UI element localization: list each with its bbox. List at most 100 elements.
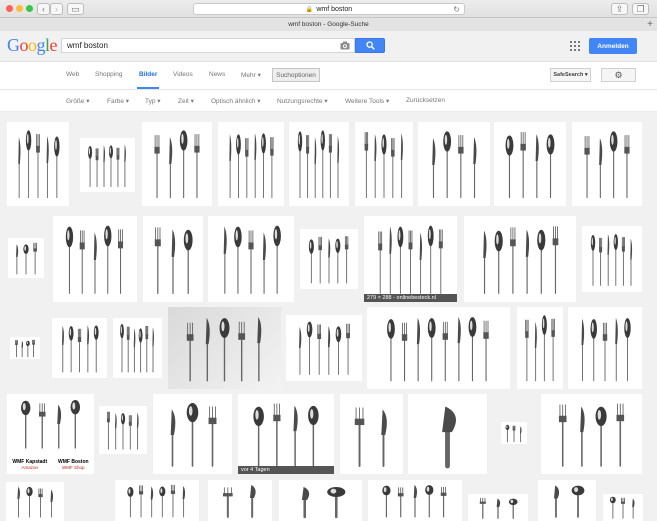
apps-grid-icon[interactable]	[570, 41, 580, 51]
cutlery-image	[299, 321, 350, 375]
cutlery-image	[609, 496, 635, 519]
image-result-thumbnail[interactable]	[501, 422, 527, 444]
image-result-thumbnail[interactable]	[538, 480, 596, 521]
search-button[interactable]	[355, 38, 385, 53]
search-input[interactable]: wmf boston	[61, 38, 355, 53]
sidebar-toggle-icon[interactable]: ▭	[67, 3, 84, 15]
cutlery-image	[88, 144, 126, 188]
cutlery-image	[553, 485, 585, 518]
image-result-thumbnail[interactable]	[168, 307, 281, 389]
active-tab-title[interactable]: wmf boston - Google-Suche	[288, 21, 369, 28]
image-result-thumbnail[interactable]	[286, 315, 362, 381]
image-result-thumbnail[interactable]	[142, 122, 212, 206]
image-hover-caption: 279 × 288 - onlinebesteck.nl	[364, 294, 457, 302]
image-result-thumbnail[interactable]	[582, 226, 642, 292]
tab-videos[interactable]: Videos	[173, 71, 193, 78]
search-icon	[365, 41, 375, 50]
image-result-thumbnail[interactable]	[80, 138, 135, 192]
cutlery-image	[581, 317, 631, 382]
tab-shopping[interactable]: Shopping	[95, 71, 122, 78]
image-result-thumbnail[interactable]	[143, 216, 203, 302]
image-result-thumbnail[interactable]	[368, 480, 462, 521]
tool-size[interactable]: Größe ▾	[66, 97, 90, 105]
tab-web[interactable]: Web	[66, 71, 79, 78]
lock-icon: 🔒	[305, 6, 314, 13]
image-result-thumbnail[interactable]	[7, 122, 69, 206]
reload-icon[interactable]: ↻	[453, 5, 460, 14]
signin-button[interactable]: Anmelden	[589, 38, 637, 54]
share-icon[interactable]: ⇪	[611, 3, 628, 15]
cutlery-image	[387, 316, 489, 382]
image-result-thumbnail[interactable]	[6, 482, 64, 521]
cutlery-image	[120, 324, 154, 373]
image-result-thumbnail[interactable]	[367, 307, 510, 389]
image-result-thumbnail[interactable]: 279 × 288 - onlinebesteck.nl	[364, 216, 457, 302]
image-result-thumbnail[interactable]	[494, 122, 566, 206]
image-result-thumbnail[interactable]	[418, 122, 490, 206]
image-result-thumbnail[interactable]	[568, 307, 642, 389]
image-result-thumbnail[interactable]	[468, 494, 528, 521]
image-result-thumbnail[interactable]	[464, 216, 576, 302]
cutlery-image	[16, 242, 37, 275]
tool-usage-rights[interactable]: Nutzungsrechte ▾	[277, 97, 328, 105]
zoom-window-button[interactable]	[26, 5, 33, 12]
minimize-window-button[interactable]	[16, 5, 23, 12]
image-result-thumbnail[interactable]	[340, 394, 403, 474]
cutlery-image	[154, 130, 200, 199]
image-result-thumbnail[interactable]	[279, 480, 362, 521]
new-tab-icon[interactable]: +	[647, 19, 653, 30]
address-text: wmf boston	[316, 5, 353, 13]
tool-more-tools[interactable]: Weitere Tools ▾	[345, 97, 389, 105]
cutlery-image	[483, 226, 559, 294]
tab-mehr[interactable]: Mehr ▾	[241, 71, 261, 79]
address-bar[interactable]: 🔒 wmf boston ↻	[193, 3, 465, 15]
image-result-thumbnail[interactable]	[208, 216, 294, 302]
image-result-thumbnail[interactable]	[153, 394, 232, 474]
camera-icon[interactable]	[340, 41, 350, 50]
brand-label: WMF Boston WMF Shop	[58, 459, 89, 470]
google-logo[interactable]: Google	[7, 36, 57, 54]
logo-letter: o	[28, 35, 37, 55]
image-result-thumbnail[interactable]	[8, 238, 44, 278]
image-result-thumbnail[interactable]: vor 4 Tagen	[238, 394, 334, 474]
tool-type[interactable]: Typ ▾	[145, 97, 161, 105]
image-result-thumbnail[interactable]	[355, 122, 413, 206]
image-result-thumbnail[interactable]	[52, 318, 107, 378]
cutlery-image	[505, 424, 522, 443]
image-result-thumbnail[interactable]	[10, 337, 40, 359]
image-result-thumbnail[interactable]	[208, 480, 272, 521]
image-result-thumbnail[interactable]	[541, 394, 642, 474]
logo-letter: o	[19, 35, 29, 55]
image-result-thumbnail[interactable]	[572, 122, 642, 206]
brand-labels: WMF Kapstadt Amazon WMF Boston WMF Shop	[7, 459, 94, 470]
tabs-overview-icon[interactable]: ❐	[632, 3, 649, 15]
image-result-thumbnail[interactable]	[99, 406, 147, 454]
search-options-button[interactable]: Suchoptionen	[272, 68, 320, 82]
tool-reset[interactable]: Zurücksetzen	[406, 97, 445, 104]
image-result-thumbnail[interactable]	[115, 480, 199, 521]
image-result-thumbnail[interactable]	[113, 318, 162, 378]
tool-color[interactable]: Farbe ▾	[107, 97, 129, 105]
image-results-grid: 279 × 288 - onlinebesteck.nl WMF Kapstadt…	[0, 112, 657, 521]
image-result-thumbnail[interactable]	[603, 494, 643, 521]
image-result-thumbnail[interactable]	[517, 307, 563, 389]
cutlery-image	[106, 411, 139, 450]
tab-news[interactable]: News	[209, 71, 225, 78]
tab-bilder[interactable]: Bilder	[139, 71, 157, 78]
cutlery-image	[432, 131, 477, 199]
cutlery-image	[154, 227, 193, 295]
safesearch-button[interactable]: SafeSearch ▾	[550, 68, 591, 82]
image-result-thumbnail[interactable]	[218, 122, 284, 206]
tool-visually-similar[interactable]: Optisch ähnlich ▾	[211, 97, 261, 105]
back-button[interactable]: ‹	[37, 3, 50, 15]
image-result-thumbnail[interactable]	[53, 216, 137, 302]
tool-time[interactable]: Zeit ▾	[178, 97, 194, 105]
forward-button[interactable]: ›	[50, 3, 63, 15]
cutlery-image	[186, 316, 262, 382]
image-result-thumbnail[interactable]	[300, 229, 358, 289]
settings-gear-icon[interactable]: ⚙	[601, 68, 636, 82]
image-result-thumbnail[interactable]	[289, 122, 349, 206]
close-window-button[interactable]	[6, 5, 13, 12]
image-result-thumbnail[interactable]: WMF Kapstadt Amazon WMF Boston WMF Shop	[7, 394, 94, 474]
image-result-thumbnail[interactable]	[408, 394, 487, 474]
